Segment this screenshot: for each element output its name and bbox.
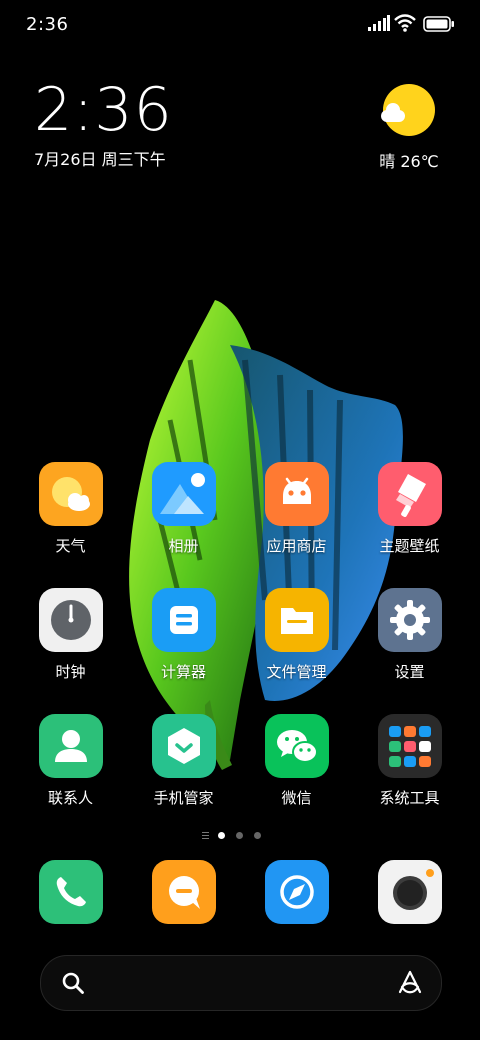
- app-contacts[interactable]: 联系人: [14, 714, 127, 840]
- dock-camera[interactable]: [353, 860, 466, 930]
- security-icon: [151, 714, 216, 778]
- app-row: 联系人 手机管家 微信 系统工具: [14, 714, 466, 840]
- weather-widget[interactable]: 晴 26℃: [374, 84, 444, 172]
- page-dot-active: [218, 832, 225, 839]
- app-label: 天气: [55, 537, 86, 555]
- status-bar: 2:36: [0, 0, 480, 50]
- dock-phone[interactable]: [14, 860, 127, 930]
- app-label: 联系人: [47, 789, 93, 807]
- clock-date: 7月26日 周三下午: [34, 150, 166, 169]
- file-manager-icon: [264, 588, 329, 652]
- app-store-icon: [264, 462, 329, 526]
- app-label: 相册: [168, 537, 199, 555]
- app-file-manager[interactable]: 文件管理: [240, 588, 353, 714]
- weather-summary: 晴 26℃: [379, 152, 439, 171]
- page-dot: [236, 832, 243, 839]
- app-label: 时钟: [55, 663, 86, 681]
- battery-icon: [423, 16, 454, 32]
- dock-messages[interactable]: [127, 860, 240, 930]
- app-security[interactable]: 手机管家: [127, 714, 240, 840]
- clock-icon: [38, 588, 103, 652]
- page-dot: [254, 832, 261, 839]
- search-icon: [62, 972, 84, 994]
- system-tools-folder-icon: [377, 714, 442, 778]
- gallery-icon: [151, 462, 216, 526]
- page-indicator[interactable]: [200, 830, 280, 842]
- app-label: 计算器: [160, 663, 206, 681]
- app-system-tools-folder[interactable]: 系统工具: [353, 714, 466, 840]
- phone-icon: [38, 860, 103, 924]
- menu-lines-icon: [202, 832, 209, 839]
- clock-time: 2:36: [34, 75, 173, 145]
- app-calculator[interactable]: 计算器: [127, 588, 240, 714]
- app-wechat[interactable]: 微信: [240, 714, 353, 840]
- app-settings[interactable]: 设置: [353, 588, 466, 714]
- app-label: 文件管理: [266, 663, 327, 681]
- search-bar[interactable]: [40, 955, 442, 1011]
- app-label: 微信: [281, 789, 312, 807]
- wechat-icon: [264, 714, 329, 778]
- dock-browser[interactable]: [240, 860, 353, 930]
- status-time: 2:36: [26, 14, 69, 35]
- messages-icon: [151, 860, 216, 924]
- browser-icon: [264, 860, 329, 924]
- settings-icon: [377, 588, 442, 652]
- assistant-icon[interactable]: [397, 970, 423, 996]
- app-row: 天气 相册 应用商店 主题壁纸: [14, 462, 466, 588]
- app-gallery[interactable]: 相册: [127, 462, 240, 588]
- app-label: 主题壁纸: [379, 537, 440, 555]
- app-weather[interactable]: 天气: [14, 462, 127, 588]
- dock: [14, 860, 466, 930]
- app-label: 设置: [394, 663, 425, 681]
- weather-icon: [38, 462, 103, 526]
- app-label: 手机管家: [153, 789, 214, 807]
- theme-icon: [377, 462, 442, 526]
- app-clock[interactable]: 时钟: [14, 588, 127, 714]
- app-theme[interactable]: 主题壁纸: [353, 462, 466, 588]
- wifi-icon: [394, 14, 416, 32]
- app-row: 时钟 计算器 文件管理 设置: [14, 588, 466, 714]
- app-label: 系统工具: [379, 789, 440, 807]
- app-store[interactable]: 应用商店: [240, 462, 353, 588]
- clock-widget[interactable]: 2:36 7月26日 周三下午: [34, 78, 173, 170]
- app-label: 应用商店: [266, 537, 327, 555]
- camera-icon: [377, 860, 442, 924]
- contacts-icon: [38, 714, 103, 778]
- sunny-cloud-icon: [381, 84, 435, 136]
- signal-icon: [368, 15, 390, 31]
- calculator-icon: [151, 588, 216, 652]
- app-grid: 天气 相册 应用商店 主题壁纸 时钟 计算器 文件管理 设置 联系人 手机管家 …: [14, 462, 466, 840]
